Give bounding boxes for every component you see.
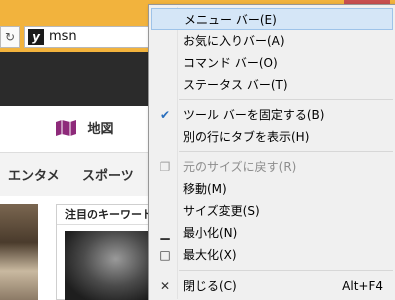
minimize-icon: ▁ [160,226,170,240]
menu-item-label: ステータス バー(T) [183,78,288,92]
menu-item-shortcut: Alt+F4 [342,279,383,293]
close-icon: ✕ [159,279,171,293]
menu-item-resize[interactable]: サイズ変更(S) [151,200,393,222]
menu-item-command-bar[interactable]: コマンド バー(O) [151,52,393,74]
msn-favicon-icon: y [28,29,44,45]
url-text: msn [49,29,77,44]
menu-item-menu-bar[interactable]: メニュー バー(E) [151,8,393,30]
trending-keywords-title: 注目のキーワード [57,205,155,225]
menu-item-label: お気に入りバー(A) [183,34,285,48]
menu-separator [179,99,393,100]
menu-item-label: ツール バーを固定する(B) [183,108,325,122]
keyword-photo[interactable] [65,231,157,300]
menu-item-label: メニュー バー(E) [184,13,277,27]
menu-item-label: コマンド バー(O) [183,56,278,70]
map-link[interactable]: 地図 [55,118,114,140]
window-context-menu: メニュー バー(E) お気に入りバー(A) コマンド バー(O) ステータス バ… [148,4,395,300]
category-sports[interactable]: スポーツ [82,165,134,184]
trending-keywords-panel: 注目のキーワード [56,204,157,300]
menu-item-label: 移動(M) [183,182,227,196]
menu-item-label: 最小化(N) [183,226,238,240]
menu-item-close[interactable]: ✕ 閉じる(C) Alt+F4 [151,275,393,297]
category-entertainment[interactable]: エンタメ [8,165,60,184]
menu-item-label: 元のサイズに戻す(R) [183,160,297,174]
menu-item-restore: ❐ 元のサイズに戻す(R) [151,156,393,178]
menu-item-favorites-bar[interactable]: お気に入りバー(A) [151,30,393,52]
map-icon [56,119,76,136]
menu-item-tabs-separate-row[interactable]: 別の行にタブを表示(H) [151,126,393,148]
restore-icon: ❐ [159,160,171,174]
refresh-icon: ↻ [4,30,16,44]
menu-separator [179,151,393,152]
menu-item-label: 最大化(X) [183,248,237,262]
menu-item-minimize[interactable]: ▁ 最小化(N) [151,222,393,244]
menu-item-status-bar[interactable]: ステータス バー(T) [151,74,393,96]
menu-item-maximize[interactable]: □ 最大化(X) [151,244,393,266]
menu-separator [179,270,393,271]
menu-item-lock-toolbars[interactable]: ✔ ツール バーを固定する(B) [151,104,393,126]
map-link-label: 地図 [87,122,114,137]
menu-item-label: 閉じる(C) [183,279,237,293]
checkmark-icon: ✔ [159,108,171,122]
menu-item-move[interactable]: 移動(M) [151,178,393,200]
refresh-button[interactable]: ↻ [0,26,20,48]
url-field[interactable]: y msn [24,26,164,48]
menu-item-label: サイズ変更(S) [183,204,260,218]
news-photo[interactable] [0,204,38,300]
menu-item-label: 別の行にタブを表示(H) [183,130,310,144]
maximize-icon: □ [159,248,171,262]
